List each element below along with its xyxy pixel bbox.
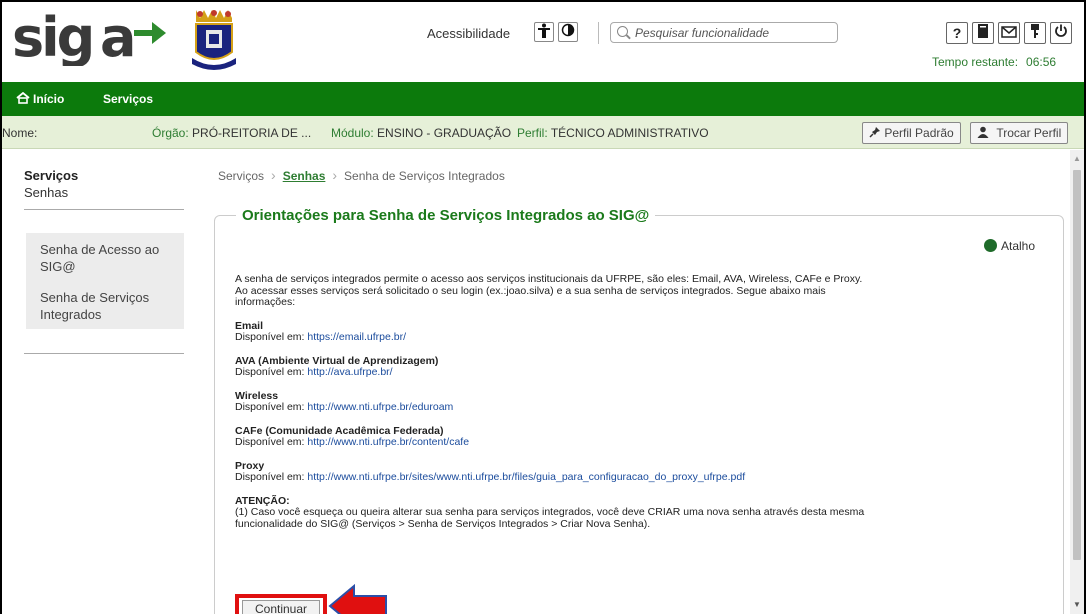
user-info-bar: Nome: Órgão: PRÓ-REITORIA DE ... Módulo:… — [2, 116, 1084, 149]
modulo-info: Módulo: ENSINO - GRADUAÇÃO — [331, 126, 511, 140]
timer-value: 06:56 — [1026, 55, 1057, 69]
sidebar-menu: Senha de Acesso ao SIG@ Senha de Serviço… — [26, 233, 184, 329]
service-link[interactable]: http://www.nti.ufrpe.br/eduroam — [307, 401, 453, 413]
available-label: Disponível em: — [235, 331, 305, 343]
perfil-value: TÉCNICO ADMINISTRATIVO — [550, 126, 709, 140]
trocar-perfil-button[interactable]: Trocar Perfil — [970, 122, 1069, 144]
accessibility-label: Acessibilidade — [427, 26, 511, 41]
service-availability: Disponível em: http://www.nti.ufrpe.br/c… — [235, 436, 875, 449]
service-link[interactable]: http://ava.ufrpe.br/ — [307, 366, 392, 378]
sidebar-item-senha-acesso[interactable]: Senha de Acesso ao SIG@ — [26, 233, 184, 281]
session-timer: Tempo restante: 06:56 — [932, 55, 1056, 69]
perfil-padrao-button[interactable]: Perfil Padrão — [862, 122, 961, 144]
panel-title: Orientações para Senha de Serviços Integ… — [236, 207, 656, 224]
available-label: Disponível em: — [235, 401, 305, 413]
app-frame: sig a Acessibilidade Pesquisar funcional… — [2, 2, 1084, 614]
key-icon[interactable] — [1024, 22, 1046, 44]
siga-logo[interactable]: sig a — [12, 6, 142, 76]
pin-icon — [869, 127, 880, 138]
intro-paragraph: A senha de serviços integrados permite o… — [235, 273, 863, 308]
help-icon[interactable]: ? — [946, 22, 968, 44]
perfil-info: Perfil: TÉCNICO ADMINISTRATIVO — [517, 126, 709, 140]
ufrpe-crest-icon — [192, 10, 236, 70]
sidebar-subtitle: Senhas — [24, 185, 69, 200]
perfil-label: Perfil: — [517, 126, 548, 140]
breadcrumb-current: Senha de Serviços Integrados — [344, 169, 505, 183]
home-icon — [16, 92, 30, 104]
header: sig a Acessibilidade Pesquisar funcional… — [2, 2, 1084, 82]
sidebar-divider — [24, 209, 184, 210]
person-icon — [538, 23, 550, 38]
available-label: Disponível em: — [235, 366, 305, 378]
breadcrumb-chevron-icon: › — [332, 167, 338, 183]
service-link[interactable]: http://www.nti.ufrpe.br/sites/www.nti.uf… — [307, 471, 745, 483]
nav-services[interactable]: Serviços — [103, 92, 153, 106]
sidebar-item-senha-servicos[interactable]: Senha de Serviços Integrados — [26, 281, 184, 329]
svg-text:sig: sig — [12, 10, 92, 66]
mail-icon[interactable] — [998, 22, 1020, 44]
scroll-up-icon[interactable]: ▲ — [1073, 154, 1081, 163]
service-availability: Disponível em: http://ava.ufrpe.br/ — [235, 366, 875, 379]
book-icon — [978, 24, 988, 38]
power-icon — [1055, 24, 1067, 37]
logo-arrow-icon — [134, 22, 166, 44]
sidebar: Serviços Senhas Senha de Acesso ao SIG@ … — [2, 150, 202, 614]
breadcrumb-servicos[interactable]: Serviços — [218, 169, 264, 183]
contrast-icon[interactable] — [558, 22, 578, 42]
accessibility-icon[interactable] — [534, 22, 554, 42]
service-availability: Disponível em: https://email.ufrpe.br/ — [235, 331, 875, 344]
sidebar-title: Serviços — [24, 168, 79, 183]
timer-label: Tempo restante: — [932, 55, 1019, 69]
atalho-link[interactable]: Atalho — [984, 239, 1035, 253]
name-label: Nome: — [2, 126, 38, 140]
sidebar-divider-bottom — [24, 353, 184, 354]
header-divider — [598, 22, 599, 44]
vertical-scrollbar[interactable]: ▲ ▼ — [1070, 150, 1084, 614]
user-icon — [977, 126, 989, 138]
scroll-thumb[interactable] — [1073, 170, 1081, 560]
contrast-glyph — [561, 23, 575, 37]
perfil-padrao-label: Perfil Padrão — [884, 126, 954, 140]
available-label: Disponível em: — [235, 436, 305, 448]
service-availability: Disponível em: http://www.nti.ufrpe.br/s… — [235, 471, 875, 484]
available-label: Disponível em: — [235, 471, 305, 483]
breadcrumb-chevron-icon: › — [271, 167, 276, 183]
key-glyph — [1031, 24, 1039, 38]
search-icon — [617, 26, 628, 37]
shortcut-icon — [984, 239, 997, 252]
atalho-label: Atalho — [1001, 239, 1036, 253]
nav-home[interactable]: Início — [16, 92, 64, 106]
modulo-label: Módulo: — [331, 126, 374, 140]
instructions-text: A senha de serviços integrados permite o… — [235, 273, 875, 530]
envelope-icon — [1001, 26, 1017, 38]
breadcrumb: Serviços › Senhas › Senha de Serviços Integr… — [218, 167, 505, 183]
search-box[interactable] — [610, 22, 838, 43]
orgao-value: PRÓ-REITORIA DE ... — [192, 126, 312, 140]
breadcrumb-senhas[interactable]: Senhas — [283, 169, 326, 183]
modulo-value: ENSINO - GRADUAÇÃO — [377, 126, 512, 140]
search-input[interactable] — [635, 24, 830, 41]
pointer-arrow-icon — [328, 583, 387, 614]
main-nav: Início Serviços — [2, 82, 1084, 116]
svg-text:a: a — [100, 10, 134, 66]
service-link[interactable]: http://www.nti.ufrpe.br/content/cafe — [307, 436, 469, 448]
service-link[interactable]: https://email.ufrpe.br/ — [307, 331, 406, 343]
logout-power-icon[interactable] — [1050, 22, 1072, 44]
orgao-label: Órgão: — [152, 126, 189, 140]
nav-home-label: Início — [33, 92, 65, 106]
trocar-perfil-label: Trocar Perfil — [996, 126, 1062, 140]
attention-text: (1) Caso você esqueça ou queira alterar … — [235, 506, 865, 530]
scroll-down-icon[interactable]: ▼ — [1073, 600, 1081, 609]
siga-logo-mark: sig a — [12, 6, 136, 69]
service-availability: Disponível em: http://www.nti.ufrpe.br/e… — [235, 401, 875, 414]
manual-icon[interactable] — [972, 22, 994, 44]
continuar-button[interactable]: Continuar — [242, 600, 320, 614]
orgao-info: Órgão: PRÓ-REITORIA DE ... — [152, 126, 311, 140]
